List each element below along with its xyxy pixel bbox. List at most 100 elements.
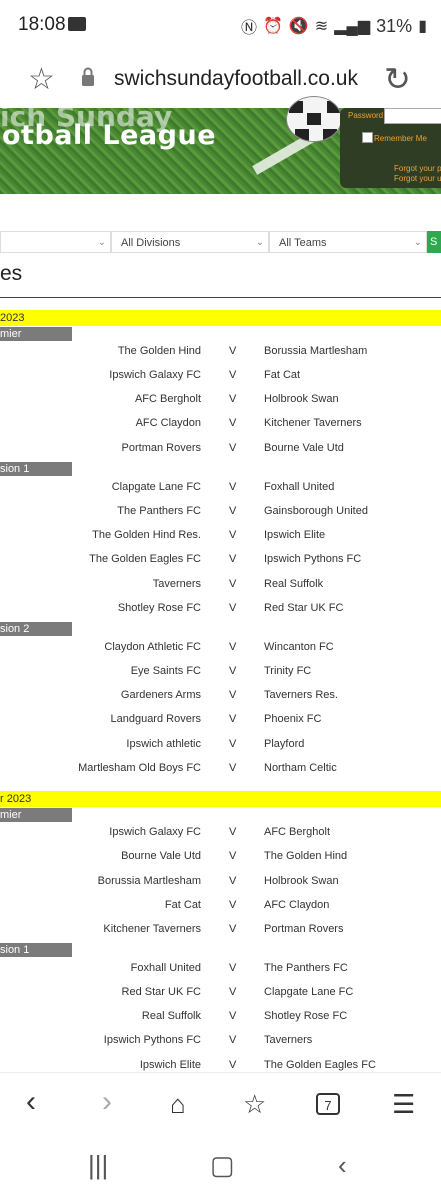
away-team: Fat Cat	[264, 369, 301, 381]
fixture-row: Shotley Rose FC V Red Star UK FC	[0, 602, 441, 620]
forward-icon[interactable]: ›	[102, 1085, 112, 1119]
remember-me-checkbox[interactable]	[362, 132, 373, 143]
fixture-row: Bourne Vale Utd V The Golden Hind	[0, 850, 441, 868]
away-team: Portman Rovers	[264, 923, 344, 935]
versus-label: V	[229, 875, 237, 887]
teams-select[interactable]: All Teams ⌄	[269, 231, 427, 253]
versus-label: V	[229, 369, 237, 381]
nfc-icon: Ⓝ	[240, 20, 257, 37]
home-team: Gardeners Arms	[120, 689, 201, 701]
home-button-icon[interactable]: ▢	[210, 1150, 235, 1181]
versus-label: V	[229, 578, 237, 590]
submit-button[interactable]: S	[427, 231, 441, 253]
home-team: Ipswich Galaxy FC	[109, 826, 201, 838]
divisions-select-value: All Divisions	[121, 237, 181, 249]
versus-label: V	[229, 529, 237, 541]
home-team: Fat Cat	[164, 899, 201, 911]
reload-icon[interactable]: ↻	[384, 60, 411, 98]
page-title: es	[0, 262, 23, 285]
away-team: Ipswich Elite	[264, 529, 326, 541]
away-team: Phoenix FC	[264, 713, 322, 725]
away-team: Borussia Martlesham	[264, 345, 368, 357]
fixture-row: The Panthers FC V Gainsborough United	[0, 505, 441, 523]
versus-label: V	[229, 826, 237, 838]
home-team: Landguard Rovers	[110, 713, 201, 725]
versus-label: V	[229, 417, 237, 429]
versus-label: V	[229, 962, 237, 974]
home-team: Clapgate Lane FC	[111, 481, 201, 493]
date-header: 2023	[0, 310, 441, 326]
home-team: AFC Claydon	[135, 417, 201, 429]
away-team: Shotley Rose FC	[264, 1010, 348, 1022]
menu-icon[interactable]: ☰	[392, 1089, 415, 1120]
battery-icon: ▮	[418, 18, 427, 35]
versus-label: V	[229, 393, 237, 405]
remember-me-label: Remember Me	[374, 134, 427, 143]
division-header: sion 1	[0, 462, 72, 476]
versus-label: V	[229, 762, 237, 774]
url-text[interactable]: swichsundayfootball.co.uk	[114, 67, 358, 91]
status-time: 18:08	[18, 14, 66, 35]
alarm-icon: ⏰	[262, 18, 283, 35]
fixture-row: Landguard Rovers V Phoenix FC	[0, 713, 441, 731]
division-header: mier	[0, 327, 72, 341]
away-team: AFC Bergholt	[264, 826, 331, 838]
home-team: Shotley Rose FC	[117, 602, 201, 614]
versus-label: V	[229, 1034, 237, 1046]
date-header-text: r 2023	[0, 793, 32, 805]
versus-label: V	[229, 665, 237, 677]
versus-label: V	[229, 1010, 237, 1022]
versus-label: V	[229, 850, 237, 862]
home-team: Ipswich athletic	[126, 738, 201, 750]
away-team: Ipswich Pythons FC	[264, 553, 362, 565]
bookmarks-icon[interactable]: ☆	[243, 1089, 266, 1120]
fixture-row: Ipswich Galaxy FC V Fat Cat	[0, 369, 441, 387]
back-icon[interactable]: ‹	[26, 1085, 36, 1119]
password-input[interactable]	[384, 108, 441, 124]
versus-label: V	[229, 553, 237, 565]
tabs-button[interactable]: 7	[316, 1093, 340, 1115]
away-team: Bourne Vale Utd	[264, 442, 344, 454]
home-team: Borussia Martlesham	[97, 875, 201, 887]
status-icons: Ⓝ ⏰ 🔇 ≋ ▂▄▆ 31% ▮	[241, 14, 427, 38]
versus-label: V	[229, 481, 237, 493]
home-icon[interactable]: ⌂	[170, 1089, 186, 1120]
versus-label: V	[229, 738, 237, 750]
home-team: The Panthers FC	[117, 505, 201, 517]
fixture-row: AFC Bergholt V Holbrook Swan	[0, 393, 441, 411]
home-team: Eye Saints FC	[130, 665, 201, 677]
forgot-password-link[interactable]: Forgot your p	[394, 164, 441, 173]
fixture-row: Ipswich Pythons FC V Taverners	[0, 1034, 441, 1052]
date-header: r 2023	[0, 791, 441, 807]
fixture-row: The Golden Eagles FC V Ipswich Pythons FC	[0, 553, 441, 571]
home-team: Taverners	[152, 578, 201, 590]
login-panel: Password Remember Me Forgot your p Forgo…	[340, 108, 441, 188]
away-team: Taverners Res.	[264, 689, 338, 701]
chevron-down-icon: ⌄	[255, 237, 264, 248]
forgot-username-link[interactable]: Forgot your u	[394, 174, 441, 183]
fixture-row: Claydon Athletic FC V Wincanton FC	[0, 641, 441, 659]
recent-apps-icon[interactable]: |||	[88, 1150, 108, 1181]
fixture-row: Clapgate Lane FC V Foxhall United	[0, 481, 441, 499]
away-team: AFC Claydon	[264, 899, 330, 911]
bookmark-star-icon[interactable]: ☆	[28, 62, 55, 97]
fixture-row: Borussia Martlesham V Holbrook Swan	[0, 875, 441, 893]
divisions-select[interactable]: All Divisions ⌄	[111, 231, 269, 253]
away-team: Wincanton FC	[264, 641, 334, 653]
fixture-row: Eye Saints FC V Trinity FC	[0, 665, 441, 683]
home-team: Kitchener Taverners	[103, 923, 201, 935]
home-team: The Golden Hind Res.	[92, 529, 201, 541]
season-select[interactable]: ⌄	[0, 231, 111, 253]
division-header: mier	[0, 808, 72, 822]
versus-label: V	[229, 602, 237, 614]
mail-icon	[68, 17, 86, 31]
back-button-icon[interactable]: ‹	[338, 1150, 347, 1181]
home-team: Ipswich Pythons FC	[103, 1034, 201, 1046]
versus-label: V	[229, 689, 237, 701]
fixture-row: The Golden Hind V Borussia Martlesham	[0, 345, 441, 363]
teams-select-value: All Teams	[279, 237, 327, 249]
wifi-icon: ≋	[314, 18, 329, 35]
versus-label: V	[229, 1059, 237, 1071]
versus-label: V	[229, 641, 237, 653]
division-header: sion 1	[0, 943, 72, 957]
